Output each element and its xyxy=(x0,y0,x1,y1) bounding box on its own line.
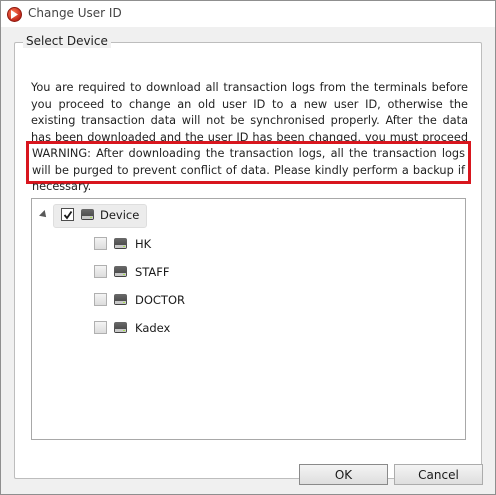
warning-message: WARNING: After downloading the transacti… xyxy=(32,147,465,193)
drive-icon xyxy=(114,238,127,249)
tree-node-staff[interactable]: STAFF xyxy=(94,261,214,283)
collapse-arrow-icon[interactable] xyxy=(39,210,49,220)
drive-icon xyxy=(114,322,127,333)
tree-node-device[interactable]: Device xyxy=(38,204,178,228)
drive-icon xyxy=(81,209,94,220)
drive-icon xyxy=(114,266,127,277)
tree-node-kadex[interactable]: Kadex xyxy=(94,317,214,339)
tree-node-hk[interactable]: HK xyxy=(94,233,214,255)
info-message: You are required to download all transac… xyxy=(31,81,468,150)
tree-node-doctor[interactable]: DOCTOR xyxy=(94,289,214,311)
warning-highlight-box: WARNING: After downloading the transacti… xyxy=(26,141,471,193)
dialog-client-area: You are required to download all transac… xyxy=(1,27,495,494)
select-device-group: You are required to download all transac… xyxy=(14,42,482,479)
title-bar[interactable]: Change User ID xyxy=(1,1,495,27)
doctor-checkbox[interactable] xyxy=(94,293,107,306)
device-checkbox[interactable] xyxy=(61,208,74,221)
device-tree[interactable]: Device HK STAFF DOCTOR Kadex xyxy=(31,198,466,440)
group-legend: Select Device xyxy=(23,34,111,48)
tree-node-label: HK xyxy=(135,237,152,251)
drive-icon xyxy=(114,294,127,305)
tree-node-label: DOCTOR xyxy=(135,293,186,307)
kadex-checkbox[interactable] xyxy=(94,321,107,334)
ok-button[interactable]: OK xyxy=(299,464,388,485)
hk-checkbox[interactable] xyxy=(94,237,107,250)
window-title: Change User ID xyxy=(28,6,122,20)
app-logo-icon xyxy=(7,7,22,22)
tree-node-label: STAFF xyxy=(135,265,170,279)
tree-node-label: Device xyxy=(100,208,140,222)
staff-checkbox[interactable] xyxy=(94,265,107,278)
cancel-button[interactable]: Cancel xyxy=(394,464,483,485)
tree-node-label: Kadex xyxy=(135,321,171,335)
change-user-id-dialog: Change User ID You are required to downl… xyxy=(0,0,496,495)
